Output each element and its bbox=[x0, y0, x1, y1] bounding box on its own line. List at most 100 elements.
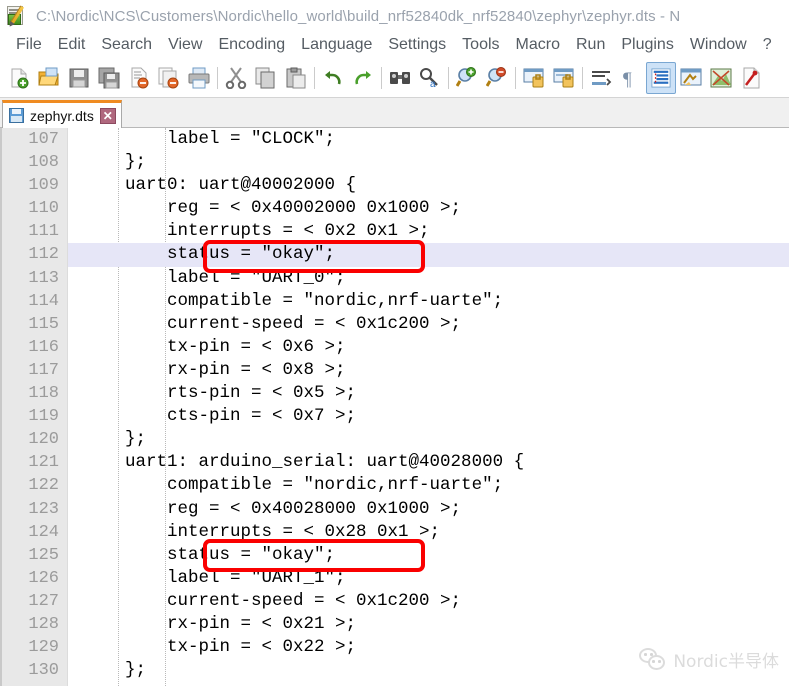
line-number: 128 bbox=[28, 614, 59, 634]
undo-button[interactable] bbox=[318, 62, 348, 94]
code-line[interactable]: cts-pin = < 0x7 >; bbox=[68, 405, 789, 428]
line-number: 108 bbox=[28, 153, 59, 173]
menu-macro[interactable]: Macro bbox=[508, 36, 568, 54]
menu-settings[interactable]: Settings bbox=[380, 36, 454, 54]
code-line[interactable]: status = "okay"; bbox=[68, 243, 789, 267]
code-line[interactable]: compatible = "nordic,nrf-uarte"; bbox=[68, 290, 789, 313]
line-number: 127 bbox=[28, 591, 59, 611]
tab-label: zephyr.dts bbox=[30, 107, 94, 124]
zoom-out-icon bbox=[486, 66, 506, 87]
code-line[interactable]: compatible = "nordic,nrf-uarte"; bbox=[68, 474, 789, 497]
code-line[interactable]: }; bbox=[68, 151, 789, 174]
save-button[interactable] bbox=[64, 62, 94, 94]
sync-vertical-scroll-button[interactable] bbox=[519, 62, 549, 94]
menu-view[interactable]: View bbox=[160, 36, 210, 54]
menu-run[interactable]: Run bbox=[568, 36, 613, 54]
menu-search[interactable]: Search bbox=[93, 36, 160, 54]
line-number: 115 bbox=[28, 314, 59, 334]
toolbar-separator bbox=[515, 66, 516, 89]
code-line[interactable]: current-speed = < 0x1c200 >; bbox=[68, 313, 789, 336]
cut-button[interactable] bbox=[221, 62, 251, 94]
replace-button[interactable]: a bbox=[415, 62, 445, 94]
document-map-button[interactable] bbox=[706, 62, 736, 94]
code-line[interactable]: reg = < 0x40028000 0x1000 >; bbox=[68, 498, 789, 521]
notepad-plus-plus-icon bbox=[6, 5, 28, 29]
code-line[interactable]: label = "UART_1"; bbox=[68, 567, 789, 590]
menu-edit[interactable]: Edit bbox=[50, 36, 94, 54]
paste-button[interactable] bbox=[281, 62, 311, 94]
code-line[interactable]: tx-pin = < 0x6 >; bbox=[68, 336, 789, 359]
line-number: 112 bbox=[28, 245, 59, 265]
line-number: 126 bbox=[28, 568, 59, 588]
code-line[interactable]: label = "CLOCK"; bbox=[68, 128, 789, 151]
saved-file-icon bbox=[9, 108, 24, 123]
menu-help[interactable]: ? bbox=[755, 36, 780, 54]
code-line[interactable]: reg = < 0x40002000 0x1000 >; bbox=[68, 197, 789, 220]
function-list-icon bbox=[743, 67, 760, 88]
line-number: 109 bbox=[28, 176, 59, 196]
close-file-icon bbox=[131, 67, 149, 88]
close-all-files-button[interactable] bbox=[154, 62, 184, 94]
paste-icon bbox=[286, 67, 306, 88]
menu-file[interactable]: File bbox=[8, 36, 50, 54]
line-number: 122 bbox=[28, 476, 59, 496]
code-line[interactable]: interrupts = < 0x28 0x1 >; bbox=[68, 521, 789, 544]
code-editor[interactable]: 107 108 109 110 111 112 113 114 115 116 117 118 119 1… bbox=[0, 128, 789, 686]
code-line[interactable]: label = "UART_0"; bbox=[68, 267, 789, 290]
redo-button[interactable] bbox=[348, 62, 378, 94]
code-line[interactable]: rx-pin = < 0x8 >; bbox=[68, 359, 789, 382]
save-all-icon bbox=[98, 67, 120, 88]
show-all-characters-icon: ¶ bbox=[623, 69, 632, 89]
user-defined-dialog-button[interactable] bbox=[676, 62, 706, 94]
line-number: 116 bbox=[28, 337, 59, 357]
open-file-button[interactable] bbox=[34, 62, 64, 94]
show-all-characters-button[interactable]: ¶ bbox=[616, 62, 646, 94]
title-bar: C:\Nordic\NCS\Customers\Nordic\hello_wor… bbox=[0, 0, 789, 32]
code-line[interactable]: rts-pin = < 0x5 >; bbox=[68, 382, 789, 405]
menu-window[interactable]: Window bbox=[682, 36, 755, 54]
toolbar-separator bbox=[582, 66, 583, 89]
sync-horizontal-scroll-button[interactable] bbox=[549, 62, 579, 94]
zoom-in-icon bbox=[456, 66, 476, 87]
code-line[interactable]: uart0: uart@40002000 { bbox=[68, 174, 789, 197]
sync-vertical-scroll-icon bbox=[523, 68, 544, 87]
code-line[interactable]: }; bbox=[68, 428, 789, 451]
save-all-button[interactable] bbox=[94, 62, 124, 94]
tab-close-button[interactable]: ✕ bbox=[99, 107, 116, 124]
code-line[interactable]: interrupts = < 0x2 0x1 >; bbox=[68, 220, 789, 243]
copy-button[interactable] bbox=[251, 62, 281, 94]
zoom-in-button[interactable] bbox=[452, 62, 482, 94]
print-icon bbox=[188, 67, 210, 88]
menu-encoding[interactable]: Encoding bbox=[210, 36, 293, 54]
open-file-icon bbox=[38, 67, 59, 85]
close-file-button[interactable] bbox=[124, 62, 154, 94]
line-number: 130 bbox=[28, 661, 59, 681]
new-file-button[interactable] bbox=[4, 62, 34, 94]
toolbar-separator bbox=[217, 66, 218, 89]
cut-icon bbox=[225, 66, 247, 89]
code-line[interactable]: rx-pin = < 0x21 >; bbox=[68, 613, 789, 636]
menu-bar: File Edit Search View Encoding Language … bbox=[0, 32, 789, 58]
svg-text:a: a bbox=[430, 79, 436, 89]
menu-language[interactable]: Language bbox=[293, 36, 380, 54]
user-defined-dialog-icon bbox=[680, 68, 702, 85]
toolbar-separator bbox=[448, 66, 449, 89]
zoom-out-button[interactable] bbox=[482, 62, 512, 94]
tab-zephyr-dts[interactable]: zephyr.dts ✕ bbox=[2, 100, 122, 128]
line-number: 123 bbox=[28, 499, 59, 519]
code-text-area[interactable]: label = "CLOCK"; }; uart0: uart@40002000… bbox=[68, 128, 789, 686]
function-list-button[interactable] bbox=[736, 62, 766, 94]
find-button[interactable] bbox=[385, 62, 415, 94]
indent-guide-button[interactable] bbox=[646, 61, 676, 94]
sync-horizontal-scroll-icon bbox=[553, 68, 574, 87]
word-wrap-button[interactable] bbox=[586, 62, 616, 94]
code-line[interactable]: uart1: arduino_serial: uart@40028000 { bbox=[68, 451, 789, 474]
line-number: 124 bbox=[28, 522, 59, 542]
code-line[interactable]: current-speed = < 0x1c200 >; bbox=[68, 590, 789, 613]
code-line[interactable]: status = "okay"; bbox=[68, 544, 789, 567]
menu-plugins[interactable]: Plugins bbox=[613, 36, 681, 54]
line-number-gutter: 107 108 109 110 111 112 113 114 115 116 117 118 119 1… bbox=[0, 128, 68, 686]
replace-icon: a bbox=[420, 67, 438, 89]
menu-tools[interactable]: Tools bbox=[454, 36, 507, 54]
print-button[interactable] bbox=[184, 62, 214, 94]
